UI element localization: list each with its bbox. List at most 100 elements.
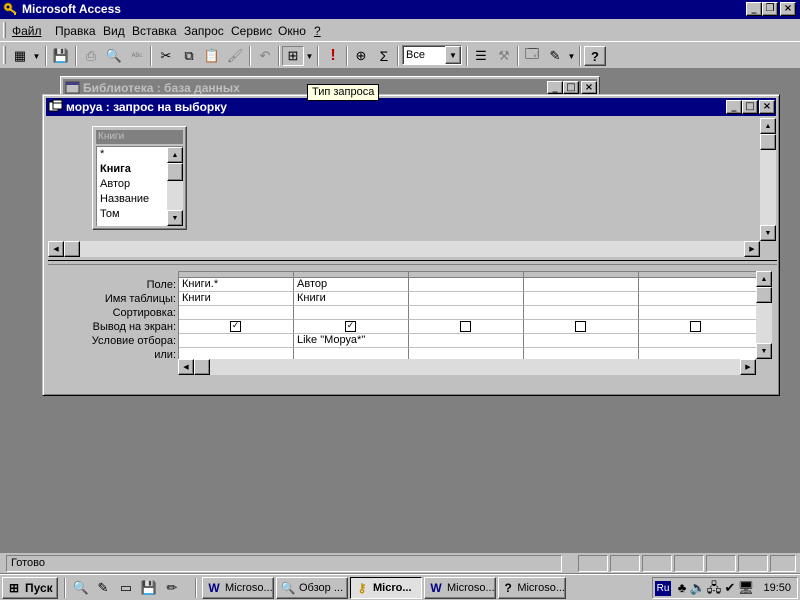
clock[interactable]: 19:50 bbox=[763, 582, 791, 594]
grid-cell-criteria[interactable] bbox=[409, 334, 524, 348]
grid-cell-show[interactable] bbox=[639, 320, 756, 334]
show-checkbox[interactable]: ✓ bbox=[230, 321, 241, 332]
display-icon[interactable]: 🖥 bbox=[737, 579, 755, 597]
start-button[interactable]: ⊞ Пуск bbox=[2, 577, 58, 599]
scroll-thumb[interactable] bbox=[756, 287, 772, 303]
field-item[interactable]: Автор bbox=[100, 178, 130, 190]
scroll-thumb[interactable] bbox=[760, 134, 776, 150]
scroll-thumb[interactable] bbox=[64, 241, 80, 257]
minimize-button[interactable]: _ bbox=[746, 2, 762, 16]
floppy-quicklaunch-icon[interactable]: 💾 bbox=[140, 579, 158, 597]
query-window-titlebar[interactable]: моруа : запрос на выборку _ □ × bbox=[46, 98, 776, 116]
properties-button[interactable]: ☰ bbox=[470, 46, 492, 66]
grid-cell-or[interactable] bbox=[524, 348, 639, 359]
grid-cell-field[interactable] bbox=[524, 278, 639, 292]
db-minimize-button[interactable]: _ bbox=[547, 81, 563, 94]
copy-button[interactable]: ⧉ bbox=[178, 46, 200, 66]
save-button[interactable]: 💾 bbox=[50, 46, 72, 66]
grid-cell-sort[interactable] bbox=[524, 306, 639, 320]
pencil-quicklaunch-icon[interactable]: ✏ bbox=[163, 579, 181, 597]
cut-button[interactable]: ✂ bbox=[155, 46, 177, 66]
field-listbox[interactable]: * Книга Автор Название Том ▲ ▼ bbox=[96, 146, 183, 226]
undo-button[interactable]: ↶ bbox=[254, 46, 276, 66]
field-item[interactable]: Том bbox=[100, 208, 120, 220]
query-type-button[interactable]: ⊞ bbox=[282, 46, 304, 66]
show-checkbox[interactable]: ✓ bbox=[345, 321, 356, 332]
db-close-button[interactable]: × bbox=[581, 81, 597, 94]
field-list-scrollbar[interactable]: ▲ ▼ bbox=[167, 147, 183, 226]
grid-cell-table[interactable] bbox=[524, 292, 639, 306]
app-titlebar[interactable]: Microsoft Access _ ❐ × bbox=[0, 0, 800, 19]
grid-cell-show[interactable] bbox=[409, 320, 524, 334]
query-maximize-button[interactable]: □ bbox=[742, 100, 758, 114]
field-item[interactable]: Книга bbox=[100, 163, 131, 175]
menu-help[interactable]: ? bbox=[314, 24, 321, 38]
new-object-dropdown-button[interactable]: ▼ bbox=[567, 46, 576, 66]
grid-cell-or[interactable] bbox=[294, 348, 409, 359]
grid-cell-show[interactable] bbox=[524, 320, 639, 334]
grid-cell-sort[interactable] bbox=[409, 306, 524, 320]
grid-vscroll[interactable]: ▲ ▼ bbox=[756, 271, 772, 359]
menu-view[interactable]: Вид bbox=[103, 24, 125, 38]
toolbar-grip[interactable] bbox=[3, 46, 6, 64]
db-maximize-button[interactable]: □ bbox=[563, 81, 579, 94]
task-button-help[interactable]: ? Microso... bbox=[498, 577, 566, 599]
language-indicator[interactable]: Ru bbox=[655, 581, 671, 596]
view-button[interactable]: ▦ bbox=[9, 46, 31, 66]
show-table-button[interactable]: ⊕ bbox=[350, 46, 372, 66]
explorer-quicklaunch-icon[interactable]: 🔍 bbox=[72, 579, 90, 597]
grid-cell-table[interactable]: Книги bbox=[294, 292, 409, 306]
menu-grip[interactable] bbox=[3, 22, 6, 38]
grid-cell-table[interactable] bbox=[639, 292, 756, 306]
grid-cell-criteria[interactable] bbox=[179, 334, 294, 348]
task-button-word-1[interactable]: W Microso... bbox=[202, 577, 274, 599]
grid-cell-field[interactable]: Книги.* bbox=[179, 278, 294, 292]
close-button[interactable]: × bbox=[780, 2, 796, 16]
desktop-quicklaunch-icon[interactable]: ▭ bbox=[117, 579, 135, 597]
show-checkbox[interactable] bbox=[575, 321, 586, 332]
scroll-down-button[interactable]: ▼ bbox=[760, 225, 776, 241]
field-item[interactable]: * bbox=[100, 148, 104, 160]
menu-file[interactable]: Файл bbox=[12, 24, 42, 38]
table-pane[interactable]: Книги * Книга Автор Название Том ▲ ▼ ▲ ▼… bbox=[48, 118, 777, 258]
grid-cell-field[interactable] bbox=[639, 278, 756, 292]
show-checkbox[interactable] bbox=[690, 321, 701, 332]
format-painter-button[interactable]: 🖌 bbox=[224, 46, 246, 66]
print-preview-button[interactable]: 🔍 bbox=[103, 46, 125, 66]
query-design-window[interactable]: моруа : запрос на выборку _ □ × Книги * … bbox=[42, 94, 780, 396]
grid-cell-or[interactable] bbox=[179, 348, 294, 359]
show-checkbox[interactable] bbox=[460, 321, 471, 332]
query-grid-pane[interactable]: Поле: Имя таблицы: Сортировка: Вывод на … bbox=[48, 267, 777, 379]
menu-edit[interactable]: Правка bbox=[55, 24, 96, 38]
new-object-button[interactable]: ✎ bbox=[544, 46, 566, 66]
query-type-dropdown-button[interactable]: ▼ bbox=[305, 46, 314, 66]
grid-cell-sort[interactable] bbox=[294, 306, 409, 320]
grid-hscroll[interactable]: ◀ ▶ bbox=[178, 359, 756, 375]
grid-cell-criteria[interactable]: Like "Моруа*" bbox=[294, 334, 409, 348]
grid-cell-or[interactable] bbox=[639, 348, 756, 359]
grid-cell-show[interactable]: ✓ bbox=[179, 320, 294, 334]
print-button[interactable]: ⎙ bbox=[80, 46, 102, 66]
build-button[interactable]: ⚒ bbox=[493, 46, 515, 66]
scroll-up-button[interactable]: ▲ bbox=[756, 271, 772, 287]
grid-cell-criteria[interactable] bbox=[639, 334, 756, 348]
grid-cell-sort[interactable] bbox=[179, 306, 294, 320]
table-field-list-title[interactable]: Книги bbox=[96, 130, 183, 144]
grid-cell-field[interactable]: Автор bbox=[294, 278, 409, 292]
task-button-word-2[interactable]: W Microso... bbox=[424, 577, 496, 599]
grid-cell-or[interactable] bbox=[409, 348, 524, 359]
menu-query[interactable]: Запрос bbox=[184, 24, 224, 38]
paste-button[interactable]: 📋 bbox=[201, 46, 223, 66]
scroll-down-button[interactable]: ▼ bbox=[167, 210, 183, 226]
table-field-list[interactable]: Книги * Книга Автор Название Том ▲ ▼ bbox=[92, 126, 187, 230]
scroll-down-button[interactable]: ▼ bbox=[756, 343, 772, 359]
totals-button[interactable]: Σ bbox=[373, 46, 395, 66]
notepad-quicklaunch-icon[interactable]: ✎ bbox=[94, 579, 112, 597]
table-pane-hscroll[interactable]: ◀ ▶ bbox=[48, 241, 760, 257]
scroll-right-button[interactable]: ▶ bbox=[740, 359, 756, 375]
scroll-thumb[interactable] bbox=[194, 359, 210, 375]
scroll-up-button[interactable]: ▲ bbox=[167, 147, 183, 163]
grid-cell-field[interactable] bbox=[409, 278, 524, 292]
spelling-button[interactable]: ᴬᴮᶜ bbox=[126, 46, 148, 66]
menu-insert[interactable]: Вставка bbox=[132, 24, 177, 38]
